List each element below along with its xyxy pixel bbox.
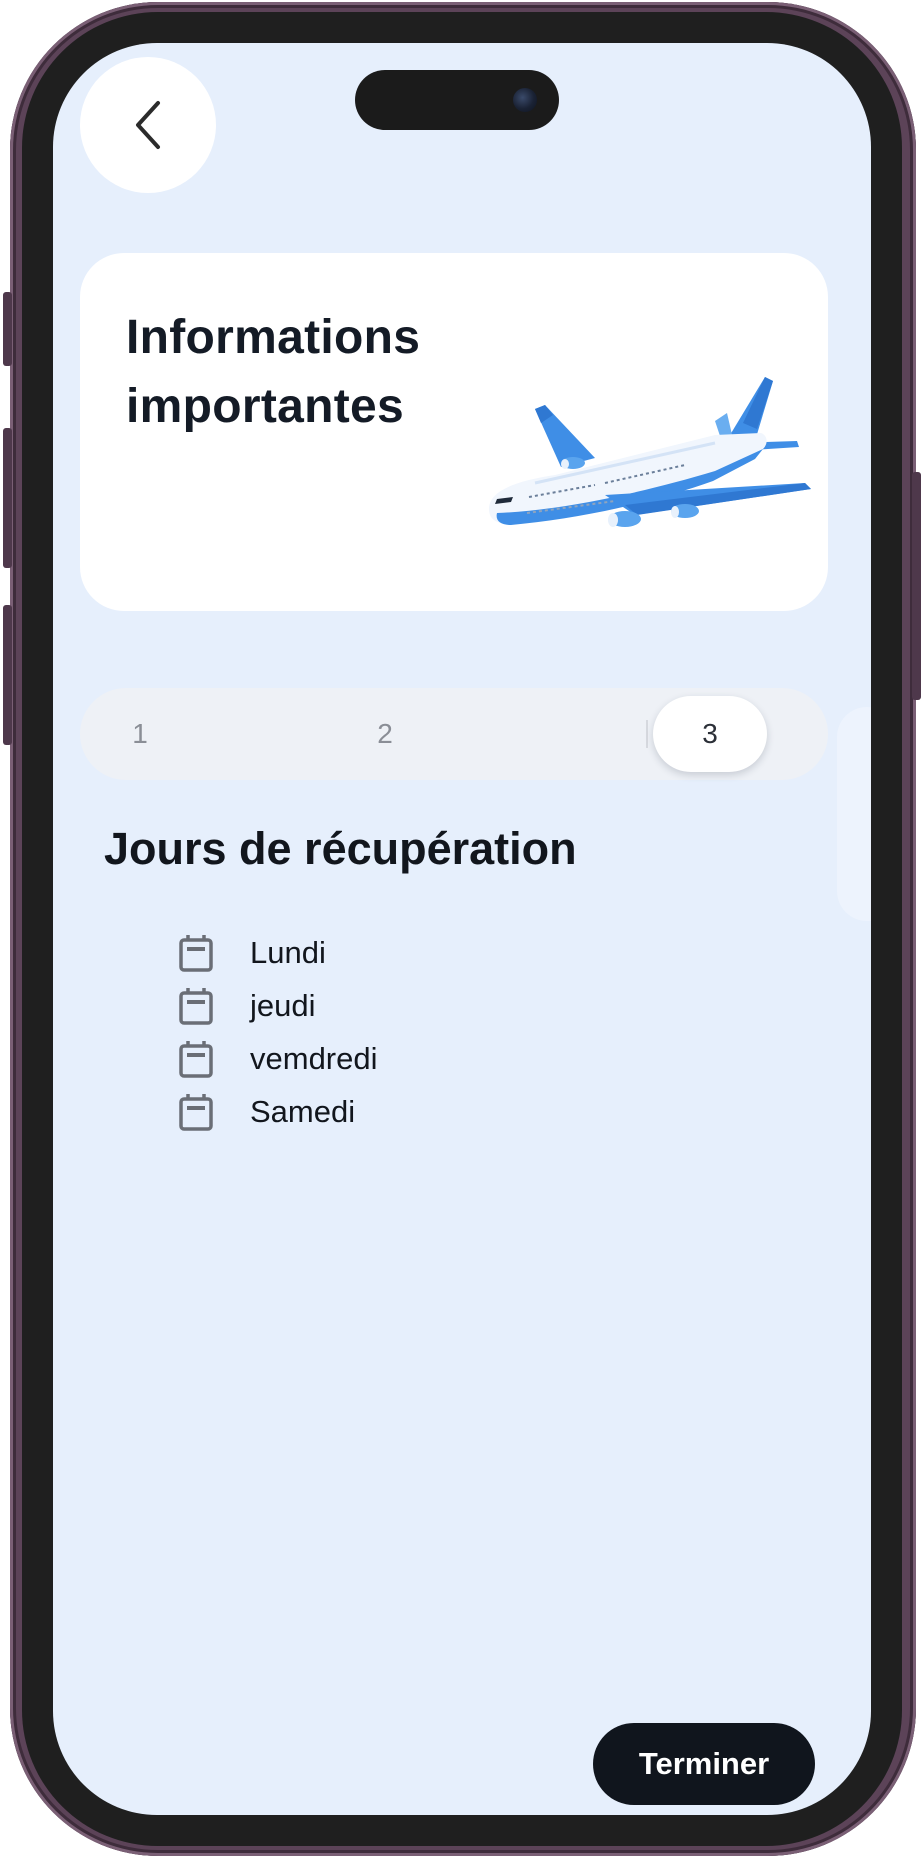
camera-icon <box>513 88 537 112</box>
volume-up-button <box>3 428 12 568</box>
step-3-active[interactable]: 3 <box>653 696 767 772</box>
volume-down-button <box>3 605 12 745</box>
day-label: Samedi <box>250 1093 356 1129</box>
step-divider <box>646 720 648 748</box>
day-label: vemdredi <box>250 1040 378 1076</box>
page-title: Informations importantes <box>126 311 421 433</box>
list-item: vemdredi <box>176 1032 378 1085</box>
info-card: Informations importantes <box>80 253 828 611</box>
dynamic-island <box>355 70 559 130</box>
airplane-illustration <box>489 377 811 527</box>
list-item: Samedi <box>176 1085 378 1138</box>
list-item: Lundi <box>176 926 378 979</box>
chevron-left-icon <box>136 101 160 149</box>
step-1[interactable]: 1 <box>120 688 160 780</box>
back-button[interactable] <box>80 57 216 193</box>
calendar-icon <box>176 933 216 973</box>
silent-switch <box>3 292 12 366</box>
calendar-icon <box>176 1092 216 1132</box>
calendar-icon <box>176 1039 216 1079</box>
step-2[interactable]: 2 <box>365 688 405 780</box>
day-label: jeudi <box>250 987 316 1023</box>
step-indicator: 1 2 3 <box>80 688 828 780</box>
day-label: Lundi <box>250 934 326 970</box>
list-item: jeudi <box>176 979 378 1032</box>
calendar-icon <box>176 986 216 1026</box>
power-button <box>912 472 921 700</box>
finish-button[interactable]: Terminer <box>593 1723 815 1805</box>
app-screen: Informations importantes 1 2 3 Jours de … <box>53 43 871 1815</box>
recovery-days-list: Lundi jeudi vemdredi Samedi <box>176 926 378 1138</box>
section-title: Jours de récupération <box>104 823 577 874</box>
next-card-edge <box>837 707 871 921</box>
